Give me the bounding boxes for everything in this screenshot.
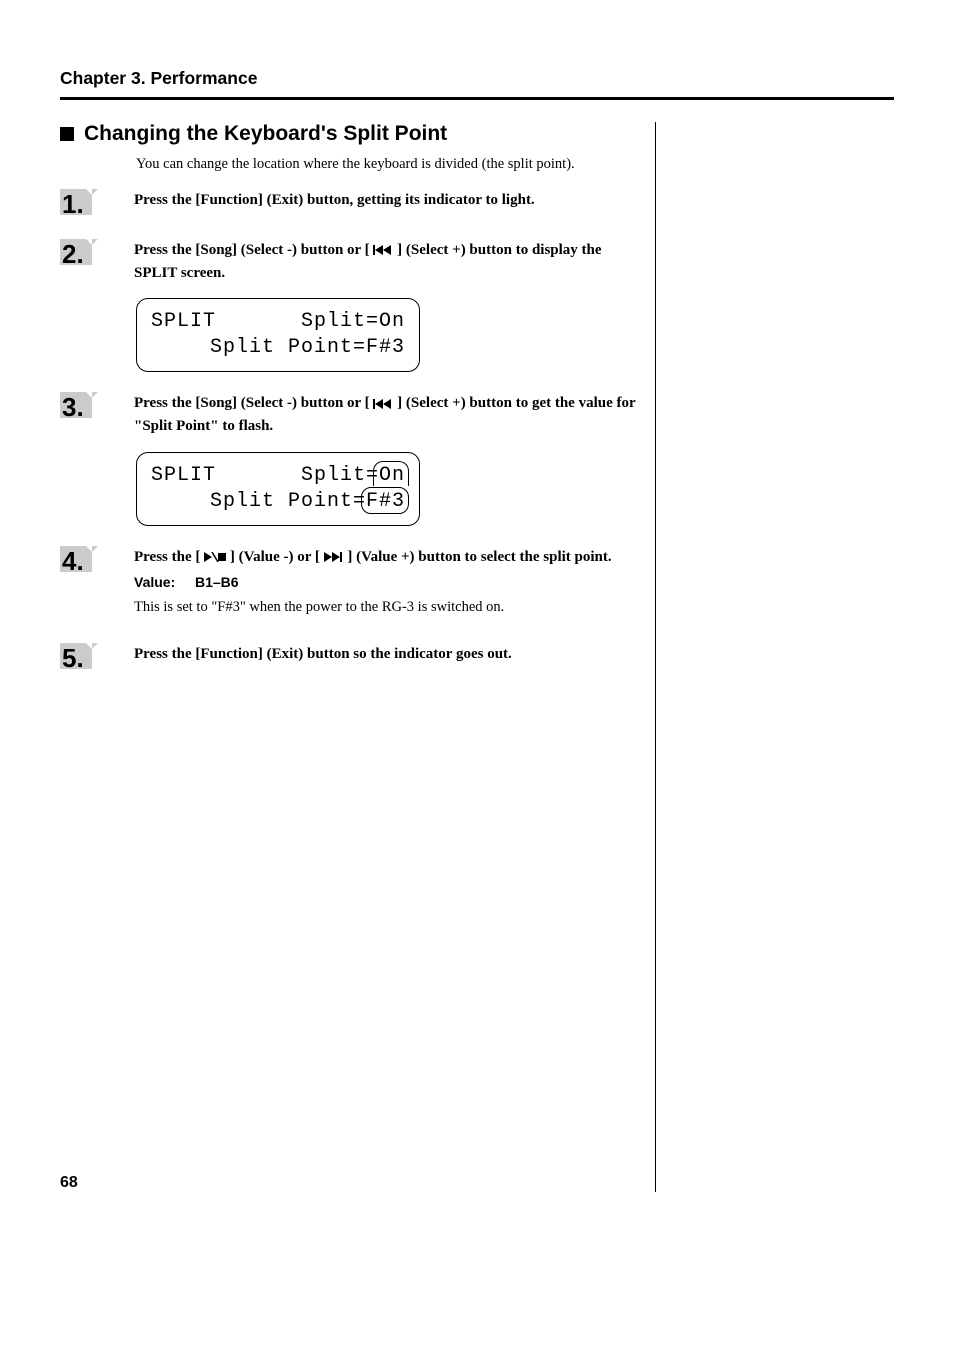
step-5: 5. Press the [Function] (Exit) button so…	[60, 643, 637, 669]
next-track-icon	[324, 546, 344, 569]
step-number-badge: 3.	[60, 392, 102, 418]
lcd1-right: Split=On	[301, 309, 405, 335]
step-4: 4. Press the [ ] (Value -) or [ ] (Value…	[60, 546, 637, 619]
step-number: 1.	[62, 191, 84, 217]
lcd-display-2: SPLIT Split=On Split Point=F#3	[136, 452, 420, 526]
divider	[60, 97, 894, 100]
prev-track-icon	[373, 239, 393, 262]
intro-text: You can change the location where the ke…	[136, 156, 637, 173]
page-number: 68	[60, 1174, 78, 1192]
value-range: B1–B6	[195, 574, 239, 590]
bullet-square-icon	[60, 127, 74, 141]
lcd1-line2: Split Point=F#3	[151, 335, 405, 361]
step-number-badge: 2.	[60, 239, 102, 265]
highlight-on	[373, 461, 409, 486]
side-column	[655, 122, 894, 1192]
step-4-note: This is set to "F#3" when the power to t…	[134, 597, 637, 619]
step-5-text: Press the [Function] (Exit) button so th…	[134, 646, 512, 662]
lcd1-left: SPLIT	[151, 309, 216, 335]
main-content: Changing the Keyboard's Split Point You …	[60, 122, 655, 1192]
chapter-title: Chapter 3. Performance	[60, 68, 894, 89]
step-number-badge: 5.	[60, 643, 102, 669]
step-3: 3. Press the [Song] (Select -) button or…	[60, 392, 637, 437]
value-label: Value:	[134, 574, 175, 590]
step-4-text-b: ] (Value -) or [	[230, 549, 320, 565]
step-4-text-c: ] (Value +) button to select the split p…	[347, 549, 611, 565]
step-3-text-a: Press the [Song] (Select -) button or [	[134, 395, 370, 411]
step-number: 4.	[62, 548, 84, 574]
step-1: 1. Press the [Function] (Exit) button, g…	[60, 189, 637, 215]
highlight-f3	[361, 487, 409, 514]
step-number: 3.	[62, 394, 84, 420]
lcd-display-1: SPLIT Split=On Split Point=F#3	[136, 298, 420, 372]
section-heading: Changing the Keyboard's Split Point	[60, 122, 637, 146]
prev-track-icon	[373, 393, 393, 416]
step-2: 2. Press the [Song] (Select -) button or…	[60, 239, 637, 284]
step-number-badge: 1.	[60, 189, 102, 215]
step-2-text-a: Press the [Song] (Select -) button or [	[134, 242, 370, 258]
step-number: 2.	[62, 241, 84, 267]
lcd2-left: SPLIT	[151, 463, 216, 489]
section-title: Changing the Keyboard's Split Point	[84, 122, 447, 146]
step-number: 5.	[62, 645, 84, 671]
step-number-badge: 4.	[60, 546, 102, 572]
step-1-text: Press the [Function] (Exit) button, gett…	[134, 192, 535, 208]
step-4-text-a: Press the [	[134, 549, 200, 565]
play-stop-icon	[204, 546, 226, 569]
